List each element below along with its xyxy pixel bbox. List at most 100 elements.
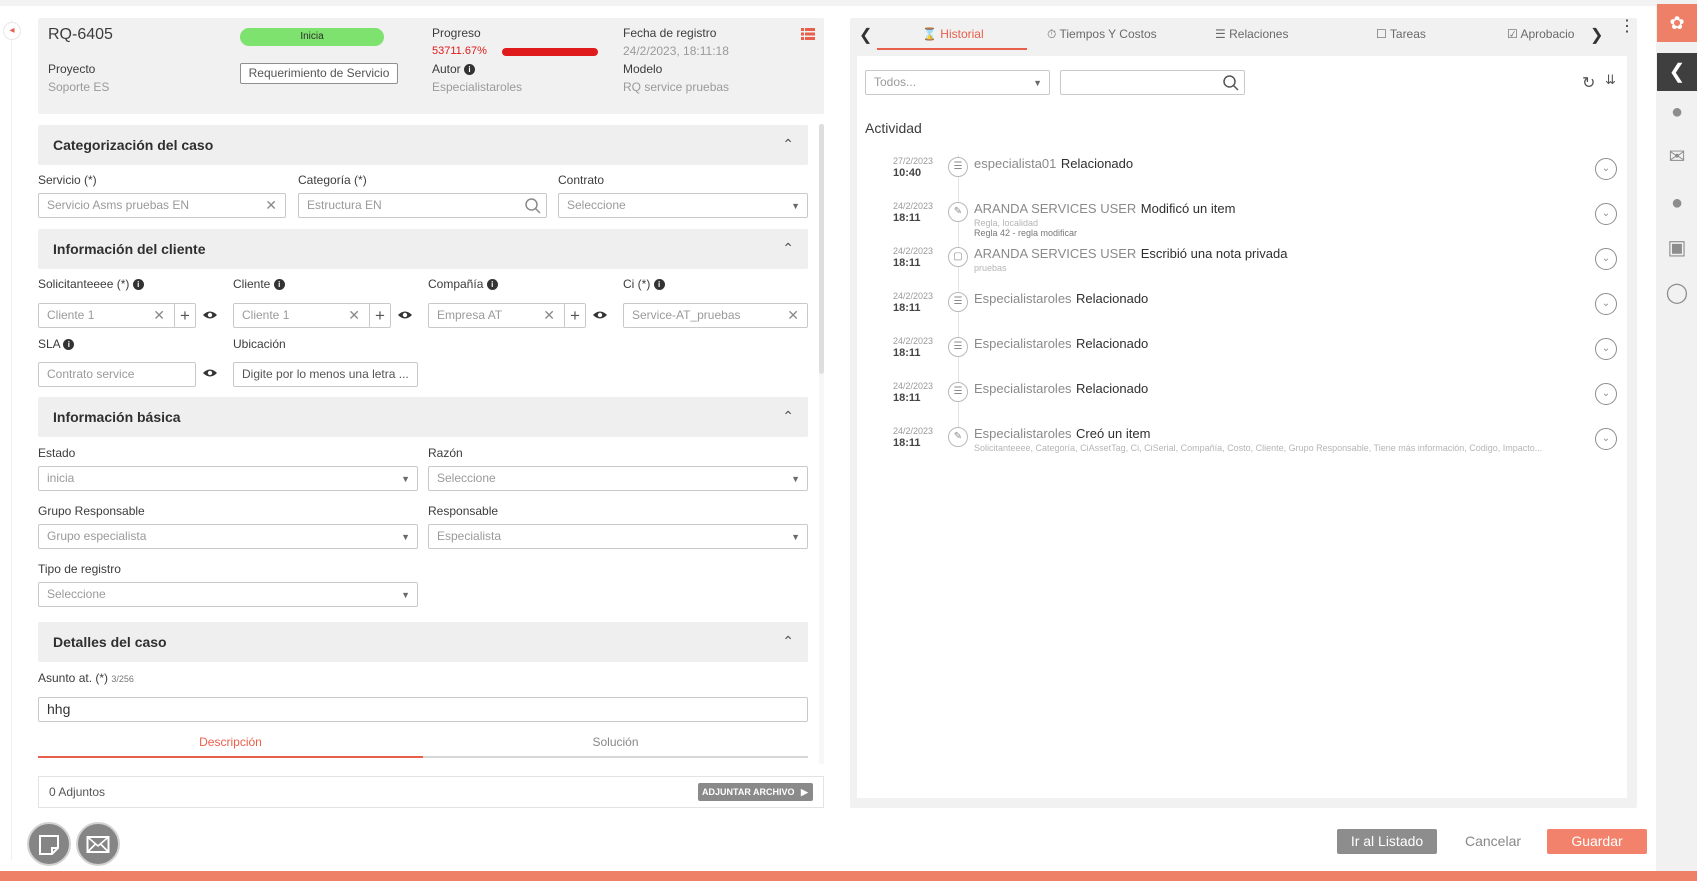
eye-icon[interactable] [202,367,218,382]
email-button[interactable] [76,822,120,866]
expand-event-icon[interactable]: ⌄ [1595,203,1617,225]
sidebar-back-icon[interactable]: ❮ [1657,53,1697,91]
collapse-left-icon[interactable]: ◂ [3,22,21,40]
group-select[interactable]: Grupo especialista ▼ [38,524,418,549]
requester-label: Solicitanteeee (*) i [38,277,144,291]
add-icon[interactable]: + [564,304,585,327]
clear-icon[interactable]: ✕ [787,304,799,327]
note-icon: ▢ [948,247,968,267]
info-icon[interactable]: i [132,279,144,291]
search-icon[interactable] [1222,74,1240,100]
clear-icon[interactable]: ✕ [153,304,165,327]
tabs-prev-icon[interactable]: ❮ [859,25,872,45]
building-icon[interactable]: ▣ [1657,233,1697,263]
note-button[interactable] [27,822,71,866]
sla-field[interactable]: Contrato service [38,362,196,387]
activity-filter-select[interactable]: Todos... ▼ [865,70,1050,95]
chevron-up-icon[interactable]: ⌃ [782,136,794,153]
expand-all-icon[interactable]: ⇊ [1605,72,1616,88]
case-header: RQ-6405 Inicia Proyecto Soporte ES Reque… [38,18,824,114]
expand-event-icon[interactable]: ⌄ [1595,383,1617,405]
responsible-select[interactable]: Especialista ▼ [428,524,808,549]
subject-input[interactable]: hhg [38,697,808,722]
user-chat-icon[interactable]: ✉ [1657,142,1697,172]
category-field[interactable]: Estructura EN [298,193,547,218]
tab-aprobaciones[interactable]: ☑ Aprobacio [1507,27,1582,41]
expand-event-icon[interactable]: ⌄ [1595,338,1617,360]
group-label: Grupo Responsable [38,504,145,518]
list-item: Especialistaroles Creó un item Solicitant… [974,425,1584,453]
relation-icon: ☰ [948,157,968,177]
state-select[interactable]: inicia ▼ [38,466,418,491]
eye-icon[interactable] [592,309,608,324]
expand-event-icon[interactable]: ⌄ [1595,158,1617,180]
author-info-icon[interactable]: i [464,64,476,76]
chevron-up-icon[interactable]: ⌃ [782,633,794,650]
expand-event-icon[interactable]: ⌄ [1595,293,1617,315]
reason-select[interactable]: Seleccione ▼ [428,466,808,491]
info-icon[interactable]: i [273,279,285,291]
clear-icon[interactable]: ✕ [265,194,277,217]
ci-field[interactable]: Service-AT_pruebas ✕ [623,303,808,328]
more-options-icon[interactable]: ⋮ [1619,19,1635,35]
chevron-up-icon[interactable]: ⌃ [782,240,794,257]
add-icon[interactable]: + [174,304,195,327]
activity-search-input[interactable] [1060,70,1245,95]
attach-file-button[interactable]: ADJUNTAR ARCHIVO ▶ [698,783,813,801]
section-basic-info[interactable]: Información básica ⌃ [38,397,808,437]
eye-icon[interactable] [397,309,413,324]
client-field[interactable]: Cliente 1 ✕ + [233,303,391,328]
event-user: ARANDA SERVICES USER [974,246,1137,261]
clear-icon[interactable]: ✕ [348,304,360,327]
user-icon[interactable]: ● [1657,97,1697,127]
form-scrollbar-thumb[interactable] [819,124,824,374]
list-icon[interactable] [801,27,815,41]
tab-relaciones[interactable]: ☰ Relaciones [1215,27,1288,41]
tab-solution[interactable]: Solución [423,735,808,749]
search-icon[interactable] [524,197,542,217]
tab-historial[interactable]: ⌛ Historial [922,27,984,41]
cancel-button[interactable]: Cancelar [1445,829,1541,854]
expand-event-icon[interactable]: ⌄ [1595,248,1617,270]
event-time: 18:11 [893,392,921,404]
app-logo-icon[interactable]: ✿ [1657,4,1697,42]
event-timestamp: 24/2/2023 18:11 [893,426,943,449]
section-case-details[interactable]: Detalles del caso ⌃ [38,622,808,662]
tab-active-underline [877,48,1027,50]
agent-icon[interactable]: ● [1657,188,1697,218]
attachments-count: 0 Adjuntos [49,785,106,799]
case-type-button[interactable]: Requerimiento de Servicio [240,63,398,84]
record-type-select[interactable]: Seleccione ▼ [38,582,418,607]
section-categorization[interactable]: Categorización del caso ⌃ [38,125,808,165]
info-icon[interactable]: i [486,279,498,291]
info-icon[interactable]: i [653,279,665,291]
go-to-list-button[interactable]: Ir al Listado [1337,829,1437,854]
location-input[interactable]: Digite por lo menos una letra ... [233,362,418,387]
section-client-info[interactable]: Información del cliente ⌃ [38,229,808,269]
event-timestamp: 24/2/2023 18:11 [893,291,943,314]
contract-select[interactable]: Seleccione ▼ [558,193,808,218]
tabs-next-icon[interactable]: ❯ [1590,25,1603,45]
event-date: 24/2/2023 [893,246,934,256]
add-icon[interactable]: + [369,304,390,327]
tab-description[interactable]: Descripción [38,735,423,749]
event-action: Escribió una nota privada [1140,246,1288,261]
case-id: RQ-6405 [48,26,113,43]
service-field[interactable]: Servicio Asms pruebas EN ✕ [38,193,286,218]
model-value: RQ service pruebas [623,80,730,94]
tab-tiempos-y-costos[interactable]: ⏱ Tiempos Y Costos [1047,27,1157,42]
company-field[interactable]: Empresa AT ✕ + [428,303,586,328]
chevron-up-icon[interactable]: ⌃ [782,408,794,425]
info-icon[interactable]: i [63,339,75,351]
save-button[interactable]: Guardar [1547,829,1647,854]
database-icon[interactable]: ◯ [1657,278,1697,308]
event-timestamp: 24/2/2023 18:11 [893,201,943,224]
expand-event-icon[interactable]: ⌄ [1595,428,1617,450]
tab-tareas[interactable]: ☐ Tareas [1376,27,1426,41]
clear-icon[interactable]: ✕ [543,304,555,327]
eye-icon[interactable] [202,309,218,324]
refresh-icon[interactable]: ↻ [1582,73,1595,93]
requester-field[interactable]: Cliente 1 ✕ + [38,303,196,328]
stopwatch-icon: ⏱ [1047,27,1057,41]
relation-icon: ☰ [948,337,968,357]
